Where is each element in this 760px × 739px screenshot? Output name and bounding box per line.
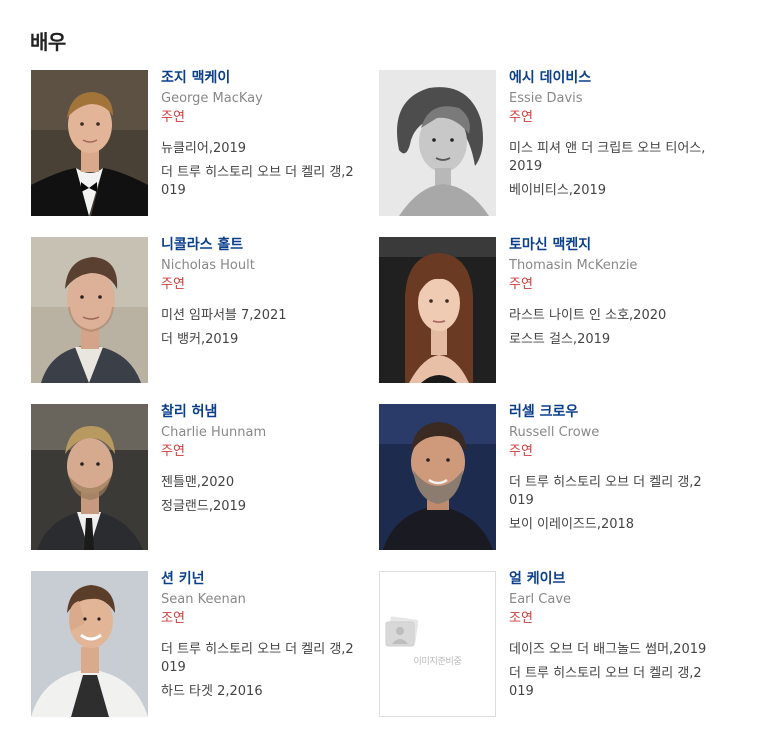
actor-photo[interactable] bbox=[379, 404, 496, 550]
filmography-list: 더 트루 히스토리 오브 더 켈리 갱,2019 보이 이레이즈드,2018 bbox=[509, 474, 749, 534]
actor-name-en: Charlie Hunnam bbox=[161, 425, 267, 440]
film-link[interactable]: 젠틀맨,2020 bbox=[161, 475, 234, 490]
film-link[interactable]: 베이비티스,2019 bbox=[509, 183, 606, 198]
actor-name-en: Russell Crowe bbox=[509, 425, 600, 440]
actor-photo-placeholder[interactable]: 이미지준비중 bbox=[379, 571, 496, 717]
film-link[interactable]: 더 트루 히스토리 오브 더 켈리 갱,2019 bbox=[509, 475, 702, 508]
actor-card: 니콜라스 홀트 Nicholas Hoult 주연 미션 임파서블 7,2021… bbox=[31, 237, 401, 387]
filmography-item: 보이 이레이즈드,2018 bbox=[509, 516, 709, 534]
filmography-item: 하드 타겟 2,2016 bbox=[161, 683, 361, 701]
actor-name-ko[interactable]: 조지 맥케이 bbox=[161, 70, 401, 86]
filmography-item: 데이즈 오브 더 배그놀드 썸머,2019 bbox=[509, 641, 709, 659]
filmography-list: 젠틀맨,2020 정글랜드,2019 bbox=[161, 474, 401, 516]
actor-info: 토마신 맥켄지 Thomasin McKenzie 주연 라스트 나이트 인 소… bbox=[509, 237, 749, 355]
actor-role: 주연 bbox=[161, 277, 185, 292]
filmography-item: 라스트 나이트 인 소호,2020 bbox=[509, 307, 709, 325]
no-image: 이미지준비중 bbox=[380, 616, 495, 667]
actor-card: 러셀 크로우 Russell Crowe 주연 더 트루 히스토리 오브 더 켈… bbox=[379, 404, 749, 554]
film-link[interactable]: 라스트 나이트 인 소호,2020 bbox=[509, 308, 666, 323]
filmography-list: 뉴클리어,2019 더 트루 히스토리 오브 더 켈리 갱,2019 bbox=[161, 140, 401, 200]
actor-role: 조연 bbox=[161, 611, 185, 626]
actor-photo[interactable] bbox=[31, 70, 148, 216]
actor-card: 토마신 맥켄지 Thomasin McKenzie 주연 라스트 나이트 인 소… bbox=[379, 237, 749, 387]
actor-card: 션 키넌 Sean Keenan 조연 더 트루 히스토리 오브 더 켈리 갱,… bbox=[31, 571, 401, 721]
actor-name-en: Sean Keenan bbox=[161, 592, 246, 607]
filmography-item: 미스 피셔 앤 더 크립트 오브 티어스,2019 bbox=[509, 140, 709, 176]
actor-name-en: Thomasin McKenzie bbox=[509, 258, 638, 273]
actor-name-ko[interactable]: 니콜라스 홀트 bbox=[161, 237, 401, 253]
actor-name-ko[interactable]: 에시 데이비스 bbox=[509, 70, 749, 86]
actor-role: 주연 bbox=[161, 444, 185, 459]
filmography-item: 젠틀맨,2020 bbox=[161, 474, 361, 492]
film-link[interactable]: 정글랜드,2019 bbox=[161, 499, 246, 514]
film-link[interactable]: 미션 임파서블 7,2021 bbox=[161, 308, 287, 323]
actor-info: 니콜라스 홀트 Nicholas Hoult 주연 미션 임파서블 7,2021… bbox=[161, 237, 401, 355]
actor-name-en: George MacKay bbox=[161, 91, 263, 106]
actor-role: 주연 bbox=[161, 110, 185, 125]
actor-name-ko[interactable]: 러셀 크로우 bbox=[509, 404, 749, 420]
filmography-list: 더 트루 히스토리 오브 더 켈리 갱,2019 하드 타겟 2,2016 bbox=[161, 641, 401, 701]
actor-card: 이미지준비중 얼 케이브 Earl Cave 조연 데이즈 오브 더 배그놀드 … bbox=[379, 571, 749, 721]
actor-photo[interactable] bbox=[31, 404, 148, 550]
actor-info: 션 키넌 Sean Keenan 조연 더 트루 히스토리 오브 더 켈리 갱,… bbox=[161, 571, 401, 707]
actor-role: 주연 bbox=[509, 444, 533, 459]
actor-name-ko[interactable]: 토마신 맥켄지 bbox=[509, 237, 749, 253]
actor-name-en: Nicholas Hoult bbox=[161, 258, 255, 273]
filmography-item: 베이비티스,2019 bbox=[509, 182, 709, 200]
actor-name-ko[interactable]: 얼 케이브 bbox=[509, 571, 749, 587]
actor-name-en: Essie Davis bbox=[509, 91, 583, 106]
film-link[interactable]: 로스트 걸스,2019 bbox=[509, 332, 610, 347]
filmography-item: 더 트루 히스토리 오브 더 켈리 갱,2019 bbox=[509, 474, 709, 510]
film-link[interactable]: 더 뱅커,2019 bbox=[161, 332, 238, 347]
film-link[interactable]: 뉴클리어,2019 bbox=[161, 141, 246, 156]
actor-info: 얼 케이브 Earl Cave 조연 데이즈 오브 더 배그놀드 썸머,2019… bbox=[509, 571, 749, 707]
actor-photo[interactable] bbox=[31, 237, 148, 383]
no-image-caption: 이미지준비중 bbox=[413, 657, 462, 667]
filmography-item: 더 트루 히스토리 오브 더 켈리 갱,2019 bbox=[161, 641, 361, 677]
filmography-list: 라스트 나이트 인 소호,2020 로스트 걸스,2019 bbox=[509, 307, 749, 349]
actor-grid: 조지 맥케이 George MacKay 주연 뉴클리어,2019 더 트루 히… bbox=[0, 0, 760, 739]
filmography-item: 더 트루 히스토리 오브 더 켈리 갱,2019 bbox=[161, 164, 361, 200]
film-link[interactable]: 더 트루 히스토리 오브 더 켈리 갱,2019 bbox=[509, 666, 702, 699]
filmography-list: 미션 임파서블 7,2021 더 뱅커,2019 bbox=[161, 307, 401, 349]
actor-photo[interactable] bbox=[31, 571, 148, 717]
actor-role: 조연 bbox=[509, 611, 533, 626]
actor-role: 주연 bbox=[509, 110, 533, 125]
actor-photo[interactable] bbox=[379, 70, 496, 216]
actor-name-ko[interactable]: 찰리 허냄 bbox=[161, 404, 401, 420]
actor-name-ko[interactable]: 션 키넌 bbox=[161, 571, 401, 587]
film-link[interactable]: 더 트루 히스토리 오브 더 켈리 갱,2019 bbox=[161, 642, 354, 675]
filmography-list: 미스 피셔 앤 더 크립트 오브 티어스,2019 베이비티스,2019 bbox=[509, 140, 749, 200]
filmography-item: 미션 임파서블 7,2021 bbox=[161, 307, 361, 325]
filmography-item: 정글랜드,2019 bbox=[161, 498, 361, 516]
actor-info: 조지 맥케이 George MacKay 주연 뉴클리어,2019 더 트루 히… bbox=[161, 70, 401, 206]
actor-role: 주연 bbox=[509, 277, 533, 292]
actor-info: 에시 데이비스 Essie Davis 주연 미스 피셔 앤 더 크립트 오브 … bbox=[509, 70, 749, 206]
film-link[interactable]: 더 트루 히스토리 오브 더 켈리 갱,2019 bbox=[161, 165, 354, 198]
actor-info: 찰리 허냄 Charlie Hunnam 주연 젠틀맨,2020 정글랜드,20… bbox=[161, 404, 401, 522]
actor-info: 러셀 크로우 Russell Crowe 주연 더 트루 히스토리 오브 더 켈… bbox=[509, 404, 749, 540]
film-link[interactable]: 미스 피셔 앤 더 크립트 오브 티어스,2019 bbox=[509, 141, 705, 174]
actor-card: 찰리 허냄 Charlie Hunnam 주연 젠틀맨,2020 정글랜드,20… bbox=[31, 404, 401, 554]
filmography-item: 로스트 걸스,2019 bbox=[509, 331, 709, 349]
filmography-item: 더 뱅커,2019 bbox=[161, 331, 361, 349]
filmography-item: 뉴클리어,2019 bbox=[161, 140, 361, 158]
filmography-item: 더 트루 히스토리 오브 더 켈리 갱,2019 bbox=[509, 665, 709, 701]
film-link[interactable]: 보이 이레이즈드,2018 bbox=[509, 517, 634, 532]
filmography-list: 데이즈 오브 더 배그놀드 썸머,2019 더 트루 히스토리 오브 더 켈리 … bbox=[509, 641, 749, 701]
actor-card: 조지 맥케이 George MacKay 주연 뉴클리어,2019 더 트루 히… bbox=[31, 70, 401, 220]
actor-name-en: Earl Cave bbox=[509, 592, 572, 607]
person-image-icon bbox=[385, 616, 419, 647]
actor-card: 에시 데이비스 Essie Davis 주연 미스 피셔 앤 더 크립트 오브 … bbox=[379, 70, 749, 220]
film-link[interactable]: 하드 타겟 2,2016 bbox=[161, 684, 263, 699]
film-link[interactable]: 데이즈 오브 더 배그놀드 썸머,2019 bbox=[509, 642, 706, 657]
actor-photo[interactable] bbox=[379, 237, 496, 383]
